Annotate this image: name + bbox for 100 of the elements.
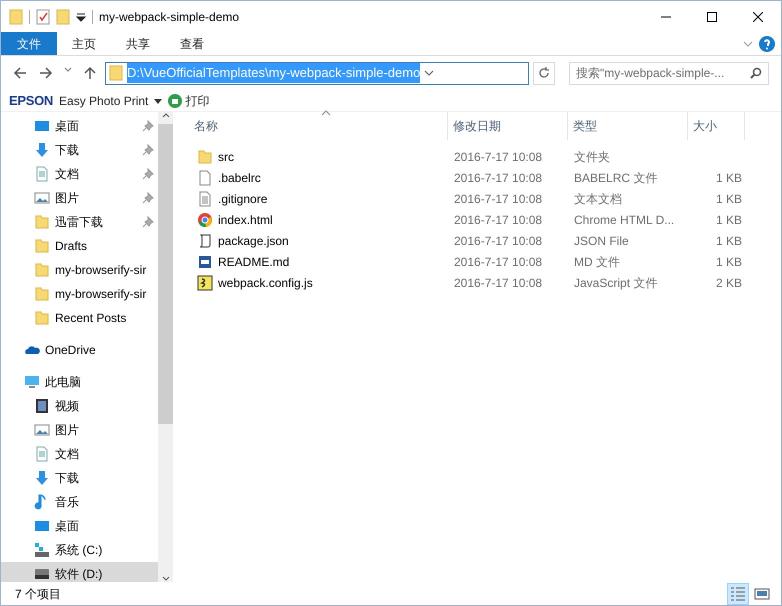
expand-ribbon-icon[interactable] [743,38,753,48]
close-icon[interactable] [753,12,763,22]
modified-date: 2016-7-17 10:08 [454,254,542,268]
nav-item[interactable]: my-browserify-sir [1,282,158,306]
nav-item[interactable]: 桌面 [1,114,158,138]
file-type: JavaScript 文件 [574,276,658,290]
nav-item[interactable]: 文档 [1,162,158,186]
ribbon-tab[interactable]: 共享 [111,32,165,55]
file-size: 2 KB [716,276,742,290]
scrollbar[interactable] [158,112,173,582]
file-name[interactable]: webpack.config.js [218,274,313,292]
document-icon [34,166,50,182]
printer-icon[interactable] [168,94,182,108]
nav-item[interactable]: 下载 [1,138,158,162]
markdown-file-icon [197,254,213,270]
dropdown-icon[interactable] [154,96,162,104]
scroll-up-icon[interactable] [162,112,170,120]
ribbon-tab[interactable]: 查看 [165,32,219,55]
file-name[interactable]: .gitignore [218,190,268,208]
file-type: 文件夹 [574,150,610,164]
refresh-icon[interactable] [538,67,550,79]
download-arrow-icon [34,470,50,486]
nav-item[interactable]: 迅雷下载 [1,210,158,234]
file-name[interactable]: README.md [218,252,290,270]
file-type: 文本文档 [574,192,622,206]
nav-item[interactable]: 桌面 [1,514,158,538]
nav-item[interactable]: 音乐 [1,490,158,514]
nav-item[interactable]: 图片 [1,418,158,442]
ribbon-tab[interactable]: 文件 [1,32,57,55]
file-name[interactable]: index.html [218,210,273,228]
desktop-icon [34,118,50,134]
help-icon[interactable] [759,36,775,52]
text-file-icon [197,190,213,206]
modified-date: 2016-7-17 10:08 [454,212,542,226]
file-type: JSON File [574,234,629,248]
modified-date: 2016-7-17 10:08 [454,192,542,206]
modified-date: 2016-7-17 10:08 [454,170,542,184]
modified-date: 2016-7-17 10:08 [454,150,542,164]
chrome-icon [197,212,213,228]
file-size: 1 KB [716,170,742,184]
maximize-icon[interactable] [707,12,717,22]
forward-icon[interactable] [38,65,54,81]
picture-icon [34,190,50,206]
folder-icon [34,286,50,302]
folder-icon [34,262,50,278]
search-field[interactable]: 搜索"my-webpack-simple-... [569,62,769,84]
film-icon [34,398,50,414]
folder-icon [34,214,50,230]
column-header[interactable]: 修改日期 [448,112,568,140]
print-button[interactable]: 打印 [168,92,210,110]
column-header[interactable]: 大小 [688,112,745,140]
file-name[interactable]: package.json [218,232,289,250]
dropdown-icon[interactable] [424,68,434,78]
document-icon [34,446,50,462]
folder-icon [109,65,123,81]
refresh-button[interactable] [533,62,555,84]
picture-icon [34,422,50,438]
desktop-icon [34,518,50,534]
drive-icon [34,566,50,582]
nav-item[interactable]: Drafts [1,234,158,258]
back-icon[interactable] [12,65,28,81]
column-header[interactable]: 名称 [189,112,448,140]
file-type: BABELRC 文件 [574,170,658,184]
computer-icon [24,374,40,390]
folder-icon [34,238,50,254]
nav-item[interactable]: Recent Posts [1,306,158,330]
nav-item[interactable]: 软件 (D:) [1,562,158,582]
nav-item[interactable]: 图片 [1,186,158,210]
nav-item[interactable]: my-browserify-sir [1,258,158,282]
app-menu[interactable]: Easy Photo Print [59,92,148,110]
file-size: 1 KB [716,192,742,206]
js-file-icon [197,274,213,290]
search-icon [750,67,762,79]
dropdown-icon[interactable] [76,12,86,22]
file-name[interactable]: src [218,148,234,166]
window-title: my-webpack-simple-demo [99,8,240,26]
up-icon[interactable] [82,65,98,81]
file-type: Chrome HTML D... [574,212,674,226]
column-header[interactable]: 类型 [568,112,688,140]
nav-item[interactable]: 系统 (C:) [1,538,158,562]
nav-item[interactable]: 下载 [1,466,158,490]
file-name[interactable]: .babelrc [218,168,261,186]
file-size: 1 KB [716,254,742,268]
script-icon [197,232,213,248]
nav-item[interactable]: 此电脑 [1,370,158,394]
modified-date: 2016-7-17 10:08 [454,234,542,248]
download-arrow-icon [34,142,50,158]
nav-item[interactable]: 文档 [1,442,158,466]
nav-item[interactable]: OneDrive [1,338,158,362]
ribbon-tab[interactable]: 主页 [57,32,111,55]
folder-icon [9,8,23,24]
item-count: 7 个项目 [15,586,62,602]
folder-icon [34,310,50,326]
blank-file-icon [197,170,213,186]
nav-item[interactable]: 视频 [1,394,158,418]
brand-logo: EPSON [9,92,54,110]
file-size: 1 KB [716,234,742,248]
file-type: MD 文件 [574,254,620,268]
scroll-down-icon[interactable] [162,574,170,582]
folder-icon [197,148,213,164]
